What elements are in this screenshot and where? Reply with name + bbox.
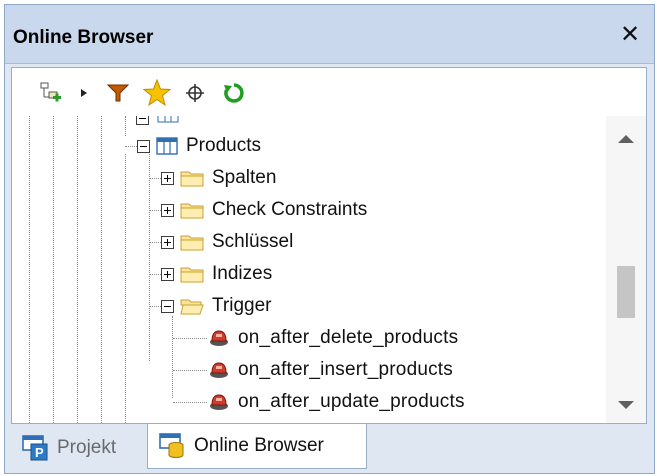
tree-connector bbox=[173, 402, 207, 403]
folder-icon bbox=[180, 264, 204, 284]
table-icon bbox=[157, 116, 179, 128]
tree-connector bbox=[173, 338, 207, 339]
tree-folder-check-constraints[interactable]: Check Constraints bbox=[161, 197, 367, 223]
add-object-icon[interactable] bbox=[38, 80, 64, 106]
products-label: Products bbox=[186, 135, 261, 156]
object-tree: Products Spalten Check Constraints Schlü… bbox=[12, 116, 606, 423]
project-icon: P bbox=[21, 434, 51, 462]
scroll-down-icon[interactable] bbox=[614, 396, 638, 414]
tab-label: Projekt bbox=[57, 437, 117, 458]
bottom-tab-bar: P Projekt Online Browser bbox=[11, 424, 647, 473]
tree-folder-trigger[interactable]: Trigger bbox=[161, 293, 271, 319]
tree-connector bbox=[173, 370, 207, 371]
tab-label: Online Browser bbox=[194, 435, 324, 456]
tree-trigger-item[interactable]: on_after_insert_products bbox=[208, 357, 453, 383]
folder-label: Check Constraints bbox=[212, 199, 368, 220]
expand-toggle[interactable] bbox=[161, 203, 174, 217]
filter-icon[interactable] bbox=[104, 80, 132, 106]
title-bar: Online Browser ✕ bbox=[5, 5, 654, 64]
favorite-star-icon[interactable] bbox=[142, 79, 172, 107]
tree-guide-line bbox=[172, 316, 173, 398]
tree-connector bbox=[149, 306, 161, 307]
browser-panel: Products Spalten Check Constraints Schlü… bbox=[11, 67, 647, 424]
close-icon[interactable]: ✕ bbox=[616, 21, 644, 49]
expand-toggle[interactable] bbox=[161, 267, 174, 281]
tree-guide-line bbox=[29, 116, 30, 423]
tree-folder-schluessel[interactable]: Schlüssel bbox=[161, 229, 293, 255]
tree-connector bbox=[125, 146, 137, 147]
tree-trigger-item[interactable]: on_after_update_products bbox=[208, 389, 465, 415]
tree-guide-line bbox=[101, 116, 102, 423]
folder-icon bbox=[180, 200, 204, 220]
trigger-label: on_after_insert_products bbox=[238, 359, 453, 380]
tree-connector bbox=[149, 274, 161, 275]
online-browser-icon bbox=[158, 432, 188, 460]
refresh-icon[interactable] bbox=[220, 80, 248, 106]
folder-icon bbox=[180, 168, 204, 188]
toolbar bbox=[12, 68, 646, 117]
trigger-label: on_after_delete_products bbox=[238, 327, 459, 348]
trigger-icon bbox=[208, 392, 230, 412]
tree-guide-line bbox=[149, 152, 150, 361]
tree-folder-spalten[interactable]: Spalten bbox=[161, 165, 276, 191]
dropdown-arrow-icon[interactable] bbox=[78, 80, 90, 106]
tree-guide-line bbox=[53, 116, 54, 423]
folder-open-icon bbox=[180, 296, 204, 316]
tree-trigger-item[interactable]: on_after_delete_products bbox=[208, 325, 458, 351]
folder-label: Spalten bbox=[212, 167, 277, 188]
tree-connector bbox=[149, 210, 161, 211]
scrollbar-thumb[interactable] bbox=[617, 266, 635, 318]
trigger-label: on_after_update_products bbox=[238, 391, 465, 412]
folder-label: Indizes bbox=[212, 263, 273, 284]
tree-node-products[interactable]: Products bbox=[137, 133, 261, 159]
expand-toggle[interactable] bbox=[161, 171, 174, 185]
svg-text:P: P bbox=[35, 445, 44, 460]
tree-guide-line bbox=[125, 116, 126, 136]
online-browser-window: Online Browser ✕ Products Spalten Check … bbox=[4, 4, 655, 474]
folder-label: Schlüssel bbox=[212, 231, 294, 252]
folder-label: Trigger bbox=[212, 295, 272, 316]
locate-target-icon[interactable] bbox=[182, 80, 208, 106]
tab-projekt[interactable]: P Projekt bbox=[17, 427, 149, 469]
tree-guide-line bbox=[125, 154, 126, 423]
collapse-toggle[interactable] bbox=[161, 299, 174, 313]
tree-folder-indizes[interactable]: Indizes bbox=[161, 261, 272, 287]
tree-connector bbox=[149, 242, 161, 243]
collapse-toggle[interactable] bbox=[137, 139, 150, 153]
table-icon bbox=[156, 136, 178, 156]
tree-guide-line bbox=[77, 116, 78, 423]
vertical-scrollbar[interactable] bbox=[606, 116, 646, 423]
tree-connector bbox=[149, 178, 161, 179]
trigger-icon bbox=[208, 360, 230, 380]
window-title: Online Browser bbox=[13, 27, 154, 48]
trigger-icon bbox=[208, 328, 230, 348]
collapse-toggle-partial[interactable] bbox=[136, 116, 149, 125]
tab-online-browser[interactable]: Online Browser bbox=[147, 424, 367, 469]
scroll-up-icon[interactable] bbox=[614, 130, 638, 148]
folder-icon bbox=[180, 232, 204, 252]
expand-toggle[interactable] bbox=[161, 235, 174, 249]
